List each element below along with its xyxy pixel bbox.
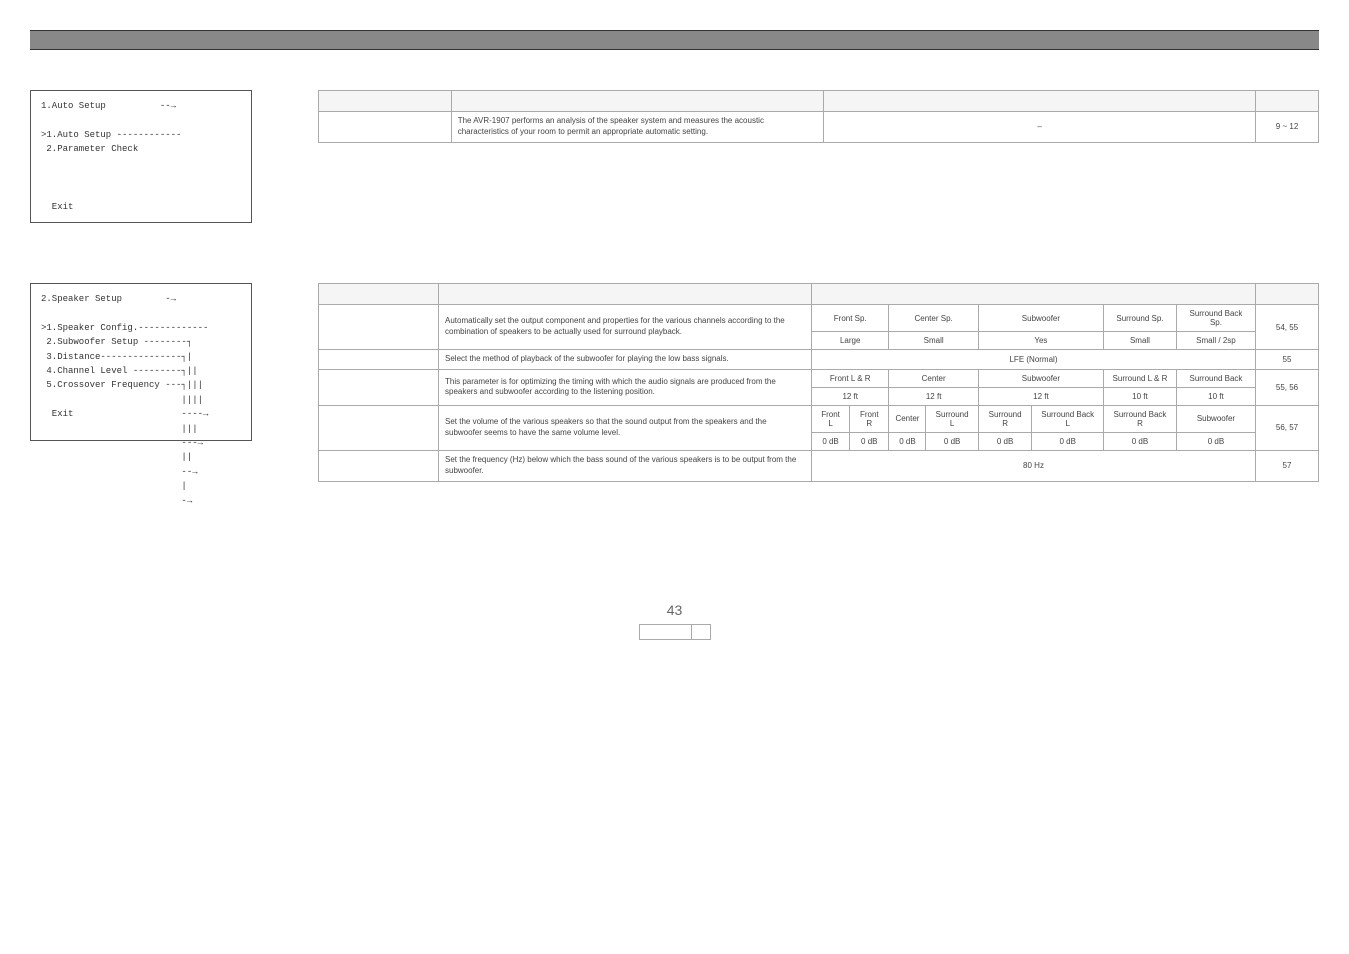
cell-page: 55 [1256,350,1319,370]
cell-default-header: Surround Back L [1032,405,1104,432]
cell-default-value: Small [1104,332,1177,350]
table-row: The AVR-1907 performs an analysis of the… [319,112,1319,143]
cell-item [319,305,439,350]
top-bar [30,30,1319,50]
cell-default-header: Front Sp. [812,305,889,332]
cell-default-header: Subwoofer [1176,405,1255,432]
cell-default-value: LFE (Normal) [812,350,1256,370]
cell-page: 9 ~ 12 [1256,112,1319,143]
cell-default-value: Yes [978,332,1103,350]
cell-default-value: 0 dB [1176,432,1255,450]
cell-default-value: 0 dB [1104,432,1177,450]
page-indicator-box [639,624,711,640]
th-page [1256,284,1319,305]
cell-default-value: Small / 2sp [1176,332,1255,350]
cell-item [319,350,439,370]
cell-desc: The AVR-1907 performs an analysis of the… [451,112,823,143]
cell-default: – [824,112,1256,143]
cell-desc: This parameter is for optimizing the tim… [439,369,812,405]
cell-default-header: Surround Back R [1104,405,1177,432]
th-default [812,284,1256,305]
cell-default-value: Large [812,332,889,350]
cell-default-header: Front R [850,405,889,432]
cell-default-header: Center [889,405,926,432]
cell-default-header: Surround Sp. [1104,305,1177,332]
th-page [1256,91,1319,112]
th-desc [451,91,823,112]
cell-default-header: Subwoofer [978,305,1103,332]
table-row: Set the volume of the various speakers s… [319,405,1319,432]
cell-item [319,405,439,450]
th-item [319,91,452,112]
cell-default-value: Small [889,332,978,350]
cell-desc: Select the method of playback of the sub… [439,350,812,370]
cell-default-header: Center [889,369,978,387]
cell-default-value: 0 dB [850,432,889,450]
cell-default-header: Center Sp. [889,305,978,332]
cell-default-value: 80 Hz [812,450,1256,481]
table-row: Select the method of playback of the sub… [319,350,1319,370]
cell-default-header: Surround Back Sp. [1176,305,1255,332]
menu-box-auto-setup: 1.Auto Setup --→ >1.Auto Setup ---------… [30,90,252,223]
table-row: This parameter is for optimizing the tim… [319,369,1319,387]
cell-default-value: 12 ft [978,387,1103,405]
cell-default-value: 0 dB [978,432,1032,450]
cell-default-value: 10 ft [1104,387,1177,405]
page-number: 43 [30,602,1319,618]
section-auto-setup: 1.Auto Setup --→ >1.Auto Setup ---------… [30,90,1319,223]
cell-desc: Set the volume of the various speakers s… [439,405,812,450]
menu-box-speaker-setup: 2.Speaker Setup -→ >1.Speaker Config.---… [30,283,252,441]
cell-default-value: 0 dB [1032,432,1104,450]
th-item [319,284,439,305]
cell-default-header: Surround L & R [1104,369,1177,387]
cell-desc: Automatically set the output component a… [439,305,812,350]
cell-default-header: Front L & R [812,369,889,387]
cell-default-header: Subwoofer [978,369,1103,387]
cell-page: 54, 55 [1256,305,1319,350]
cell-page: 57 [1256,450,1319,481]
cell-default-value: 0 dB [889,432,926,450]
cell-default-header: Surround L [926,405,978,432]
cell-page: 55, 56 [1256,369,1319,405]
table-auto-setup: The AVR-1907 performs an analysis of the… [318,90,1319,143]
cell-default-header: Surround Back [1176,369,1255,387]
cell-default-value: 0 dB [812,432,850,450]
cell-item [319,112,452,143]
cell-item [319,369,439,405]
cell-default-value: 12 ft [889,387,978,405]
cell-page: 56, 57 [1256,405,1319,450]
table-row: Automatically set the output component a… [319,305,1319,332]
page-footer: 43 [30,602,1319,642]
th-default [824,91,1256,112]
cell-default-value: 10 ft [1176,387,1255,405]
table-speaker-setup: Automatically set the output component a… [318,283,1319,481]
cell-desc: Set the frequency (Hz) below which the b… [439,450,812,481]
cell-default-value: 12 ft [812,387,889,405]
th-desc [439,284,812,305]
cell-item [319,450,439,481]
section-speaker-setup: 2.Speaker Setup -→ >1.Speaker Config.---… [30,283,1319,481]
cell-default-header: Surround R [978,405,1032,432]
table-row: Set the frequency (Hz) below which the b… [319,450,1319,481]
cell-default-header: Front L [812,405,850,432]
cell-default-value: 0 dB [926,432,978,450]
